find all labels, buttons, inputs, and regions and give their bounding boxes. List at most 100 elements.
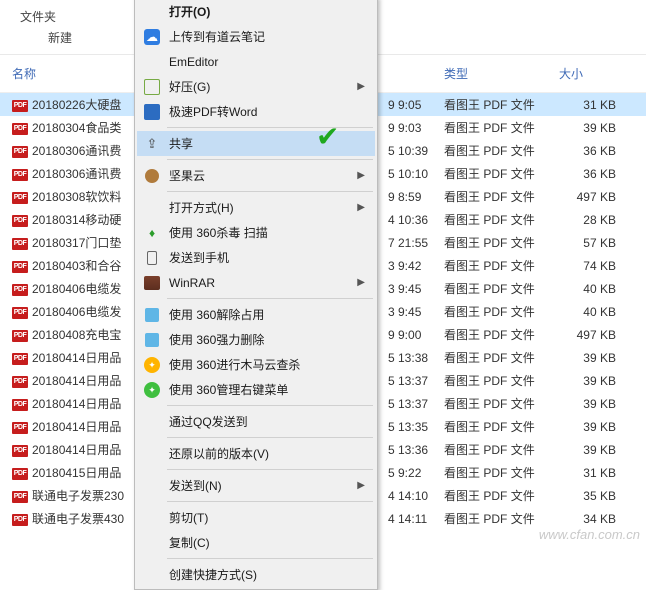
file-size: 74 KB	[551, 254, 646, 277]
file-size: 497 KB	[551, 185, 646, 208]
file-name: 20180414日用品	[32, 351, 121, 365]
file-name: 20180406电缆发	[32, 305, 121, 319]
file-type: 看图王 PDF 文件	[436, 254, 551, 277]
menu-item[interactable]: ♦使用 360杀毒 扫描	[137, 220, 375, 245]
pdf-icon: PDF	[12, 123, 28, 135]
blank-icon	[143, 199, 161, 217]
file-name: 20180414日用品	[32, 420, 121, 434]
menu-item[interactable]: 好压(G)▶	[137, 74, 375, 99]
menu-separator	[167, 558, 373, 559]
share-icon: ⇪	[143, 135, 161, 153]
file-type: 看图王 PDF 文件	[436, 139, 551, 162]
col-type[interactable]: 类型	[436, 55, 551, 93]
file-type: 看图王 PDF 文件	[436, 369, 551, 392]
menu-item[interactable]: 极速PDF转Word	[137, 99, 375, 124]
pdf-icon: PDF	[12, 491, 28, 503]
time-fragment: 5 13:37	[380, 369, 436, 392]
pdf-icon: PDF	[12, 330, 28, 342]
file-type: 看图王 PDF 文件	[436, 116, 551, 139]
blank-icon	[143, 534, 161, 552]
file-name: 20180414日用品	[32, 397, 121, 411]
menu-item[interactable]: 通过QQ发送到	[137, 409, 375, 434]
menu-item-label: 复制(C)	[169, 534, 375, 551]
menu-item[interactable]: 复制(C)	[137, 530, 375, 555]
col-size[interactable]: 大小	[551, 55, 646, 93]
pdf-icon: PDF	[12, 215, 28, 227]
menu-item[interactable]: ⇪共享	[137, 131, 375, 156]
menu-item-label: 剪切(T)	[169, 509, 375, 526]
file-size: 57 KB	[551, 231, 646, 254]
menu-item[interactable]: 创建快捷方式(S)	[137, 562, 375, 587]
file-name: 20180406电缆发	[32, 282, 121, 296]
file-name: 20180304食品类	[32, 121, 121, 135]
menu-item[interactable]: 发送到(N)▶	[137, 473, 375, 498]
file-size: 39 KB	[551, 392, 646, 415]
menu-item-label: 打开(O)	[169, 3, 375, 20]
menu-item[interactable]: 发送到手机	[137, 245, 375, 270]
time-fragment: 9 9:03	[380, 116, 436, 139]
phone-icon	[143, 249, 161, 267]
pdf-icon: PDF	[12, 261, 28, 273]
file-size: 35 KB	[551, 484, 646, 507]
pdf-icon: PDF	[12, 399, 28, 411]
time-fragment: 9 9:00	[380, 323, 436, 346]
file-type: 看图王 PDF 文件	[436, 484, 551, 507]
file-type: 看图王 PDF 文件	[436, 346, 551, 369]
menu-item[interactable]: 使用 360强力删除	[137, 327, 375, 352]
menu-item[interactable]: 打开(O)	[137, 0, 375, 24]
chevron-right-icon: ▶	[357, 277, 365, 288]
c360y-icon: ✦	[143, 381, 161, 399]
file-type: 看图王 PDF 文件	[436, 185, 551, 208]
menu-separator	[167, 159, 373, 160]
menu-item[interactable]: ✦使用 360管理右键菜单	[137, 377, 375, 402]
file-name: 20180408充电宝	[32, 328, 121, 342]
shield-icon: ♦	[143, 224, 161, 242]
blank-icon	[143, 477, 161, 495]
menu-item-label: 极速PDF转Word	[169, 103, 375, 120]
file-type: 看图王 PDF 文件	[436, 507, 551, 530]
menu-item[interactable]: ☁ 上传到有道云笔记	[137, 24, 375, 49]
menu-item[interactable]: EmEditor	[137, 49, 375, 74]
blank-icon	[143, 566, 161, 584]
menu-item[interactable]: ✦使用 360进行木马云查杀	[137, 352, 375, 377]
file-type: 看图王 PDF 文件	[436, 415, 551, 438]
menu-item[interactable]: 打开方式(H)▶	[137, 195, 375, 220]
menu-item[interactable]: 坚果云▶	[137, 163, 375, 188]
menu-separator	[167, 501, 373, 502]
file-type: 看图王 PDF 文件	[436, 208, 551, 231]
file-name: 联通电子发票430	[32, 512, 124, 526]
rar-icon	[143, 274, 161, 292]
time-fragment: 5 9:22	[380, 461, 436, 484]
menu-item-label: 打开方式(H)	[169, 199, 375, 216]
chevron-right-icon: ▶	[357, 480, 365, 491]
blank-icon	[143, 3, 161, 21]
menu-item-label: 上传到有道云笔记	[169, 28, 375, 45]
menu-item[interactable]: 使用 360解除占用	[137, 302, 375, 327]
time-fragment: 5 13:36	[380, 438, 436, 461]
file-size: 39 KB	[551, 369, 646, 392]
menu-item-label: 使用 360强力删除	[169, 331, 375, 348]
file-size: 497 KB	[551, 323, 646, 346]
sq1-icon	[143, 306, 161, 324]
pdf-icon: PDF	[12, 169, 28, 181]
pdf-icon: PDF	[12, 146, 28, 158]
menu-separator	[167, 191, 373, 192]
file-name: 联通电子发票230	[32, 489, 124, 503]
file-type: 看图王 PDF 文件	[436, 300, 551, 323]
file-size: 36 KB	[551, 139, 646, 162]
file-type: 看图王 PDF 文件	[436, 438, 551, 461]
time-fragment: 5 10:10	[380, 162, 436, 185]
menu-item[interactable]: 剪切(T)	[137, 505, 375, 530]
nut-icon	[143, 167, 161, 185]
file-name: 20180306通讯费	[32, 167, 121, 181]
time-fragment: 5 10:39	[380, 139, 436, 162]
file-type: 看图王 PDF 文件	[436, 277, 551, 300]
time-fragment: 5 13:38	[380, 346, 436, 369]
cloud-icon: ☁	[143, 28, 161, 46]
menu-item[interactable]: 还原以前的版本(V)	[137, 441, 375, 466]
menu-separator	[167, 437, 373, 438]
file-size: 39 KB	[551, 438, 646, 461]
menu-separator	[167, 127, 373, 128]
pdf-icon: PDF	[12, 468, 28, 480]
menu-item[interactable]: WinRAR▶	[137, 270, 375, 295]
